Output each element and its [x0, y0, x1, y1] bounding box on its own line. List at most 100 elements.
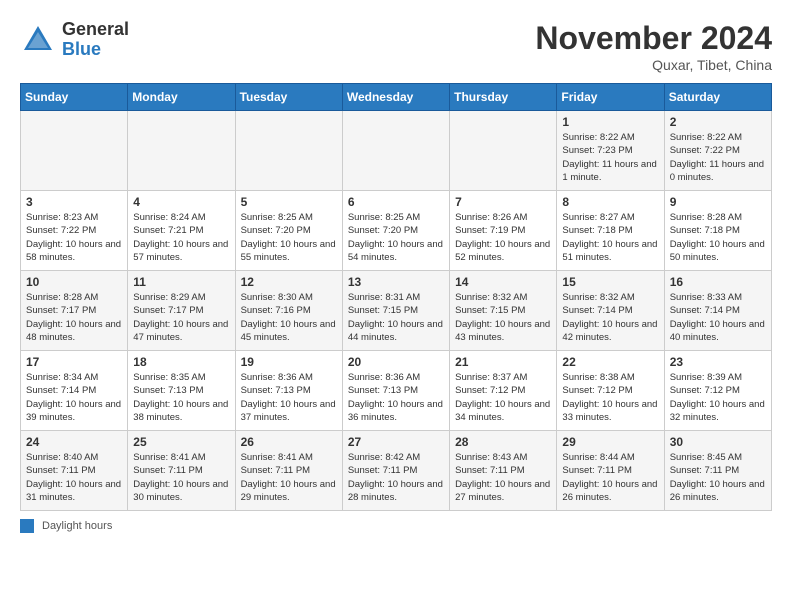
day-number: 17	[26, 355, 122, 369]
calendar-cell: 23 Sunrise: 8:39 AM Sunset: 7:12 PM Dayli…	[664, 351, 771, 431]
calendar-cell: 19 Sunrise: 8:36 AM Sunset: 7:13 PM Dayli…	[235, 351, 342, 431]
page-header: General Blue November 2024 Quxar, Tibet,…	[20, 20, 772, 73]
day-info: Sunrise: 8:36 AM Sunset: 7:13 PM Dayligh…	[348, 371, 444, 424]
day-of-week-header: Friday	[557, 84, 664, 111]
calendar-cell: 15 Sunrise: 8:32 AM Sunset: 7:14 PM Dayli…	[557, 271, 664, 351]
day-number: 9	[670, 195, 766, 209]
calendar-cell: 16Sunrise: 8:33 AM Sunset: 7:14 PM Dayli…	[664, 271, 771, 351]
day-number: 1	[562, 115, 658, 129]
day-info: Sunrise: 8:22 AM Sunset: 7:23 PM Dayligh…	[562, 131, 658, 184]
day-of-week-header: Thursday	[450, 84, 557, 111]
day-number: 23	[670, 355, 766, 369]
day-number: 5	[241, 195, 337, 209]
day-info: Sunrise: 8:43 AM Sunset: 7:11 PM Dayligh…	[455, 451, 551, 504]
calendar-week-row: 17 Sunrise: 8:34 AM Sunset: 7:14 PM Dayli…	[21, 351, 772, 431]
day-number: 6	[348, 195, 444, 209]
calendar-header-row: SundayMondayTuesdayWednesdayThursdayFrid…	[21, 84, 772, 111]
day-number: 4	[133, 195, 229, 209]
month-year-title: November 2024	[535, 20, 772, 57]
day-info: Sunrise: 8:38 AM Sunset: 7:12 PM Dayligh…	[562, 371, 658, 424]
calendar-cell: 21Sunrise: 8:37 AM Sunset: 7:12 PM Dayli…	[450, 351, 557, 431]
calendar-cell: 3Sunrise: 8:23 AM Sunset: 7:22 PM Daylig…	[21, 191, 128, 271]
logo: General Blue	[20, 20, 129, 60]
calendar-cell: 26Sunrise: 8:41 AM Sunset: 7:11 PM Dayli…	[235, 431, 342, 511]
day-number: 27	[348, 435, 444, 449]
calendar-cell	[21, 111, 128, 191]
logo-text: General Blue	[62, 20, 129, 60]
legend-color-box	[20, 519, 34, 533]
day-info: Sunrise: 8:31 AM Sunset: 7:15 PM Dayligh…	[348, 291, 444, 344]
day-number: 14	[455, 275, 551, 289]
calendar-cell: 1 Sunrise: 8:22 AM Sunset: 7:23 PM Daylig…	[557, 111, 664, 191]
calendar-cell: 8 Sunrise: 8:27 AM Sunset: 7:18 PM Daylig…	[557, 191, 664, 271]
day-number: 15	[562, 275, 658, 289]
day-number: 28	[455, 435, 551, 449]
day-number: 29	[562, 435, 658, 449]
day-number: 10	[26, 275, 122, 289]
day-number: 8	[562, 195, 658, 209]
day-info: Sunrise: 8:42 AM Sunset: 7:11 PM Dayligh…	[348, 451, 444, 504]
day-info: Sunrise: 8:29 AM Sunset: 7:17 PM Dayligh…	[133, 291, 229, 344]
day-number: 18	[133, 355, 229, 369]
calendar-week-row: 1 Sunrise: 8:22 AM Sunset: 7:23 PM Daylig…	[21, 111, 772, 191]
calendar-cell: 20 Sunrise: 8:36 AM Sunset: 7:13 PM Dayli…	[342, 351, 449, 431]
day-number: 13	[348, 275, 444, 289]
calendar-cell: 25Sunrise: 8:41 AM Sunset: 7:11 PM Dayli…	[128, 431, 235, 511]
day-of-week-header: Wednesday	[342, 84, 449, 111]
calendar-cell	[450, 111, 557, 191]
day-info: Sunrise: 8:32 AM Sunset: 7:14 PM Dayligh…	[562, 291, 658, 344]
day-of-week-header: Monday	[128, 84, 235, 111]
day-info: Sunrise: 8:22 AM Sunset: 7:22 PM Dayligh…	[670, 131, 766, 184]
calendar-week-row: 24 Sunrise: 8:40 AM Sunset: 7:11 PM Dayli…	[21, 431, 772, 511]
day-number: 3	[26, 195, 122, 209]
title-block: November 2024 Quxar, Tibet, China	[535, 20, 772, 73]
day-info: Sunrise: 8:24 AM Sunset: 7:21 PM Dayligh…	[133, 211, 229, 264]
day-info: Sunrise: 8:36 AM Sunset: 7:13 PM Dayligh…	[241, 371, 337, 424]
day-number: 2	[670, 115, 766, 129]
day-info: Sunrise: 8:44 AM Sunset: 7:11 PM Dayligh…	[562, 451, 658, 504]
day-of-week-header: Sunday	[21, 84, 128, 111]
calendar-cell: 27 Sunrise: 8:42 AM Sunset: 7:11 PM Dayli…	[342, 431, 449, 511]
day-number: 19	[241, 355, 337, 369]
day-info: Sunrise: 8:32 AM Sunset: 7:15 PM Dayligh…	[455, 291, 551, 344]
calendar-cell: 28 Sunrise: 8:43 AM Sunset: 7:11 PM Dayli…	[450, 431, 557, 511]
calendar-cell: 13 Sunrise: 8:31 AM Sunset: 7:15 PM Dayli…	[342, 271, 449, 351]
day-of-week-header: Saturday	[664, 84, 771, 111]
day-number: 25	[133, 435, 229, 449]
day-info: Sunrise: 8:40 AM Sunset: 7:11 PM Dayligh…	[26, 451, 122, 504]
calendar-week-row: 3Sunrise: 8:23 AM Sunset: 7:22 PM Daylig…	[21, 191, 772, 271]
day-info: Sunrise: 8:27 AM Sunset: 7:18 PM Dayligh…	[562, 211, 658, 264]
calendar-cell: 14 Sunrise: 8:32 AM Sunset: 7:15 PM Dayli…	[450, 271, 557, 351]
day-number: 24	[26, 435, 122, 449]
calendar-cell: 29 Sunrise: 8:44 AM Sunset: 7:11 PM Dayli…	[557, 431, 664, 511]
calendar-cell	[235, 111, 342, 191]
calendar-cell: 17 Sunrise: 8:34 AM Sunset: 7:14 PM Dayli…	[21, 351, 128, 431]
day-number: 22	[562, 355, 658, 369]
day-info: Sunrise: 8:39 AM Sunset: 7:12 PM Dayligh…	[670, 371, 766, 424]
day-info: Sunrise: 8:34 AM Sunset: 7:14 PM Dayligh…	[26, 371, 122, 424]
day-number: 21	[455, 355, 551, 369]
calendar-week-row: 10 Sunrise: 8:28 AM Sunset: 7:17 PM Dayli…	[21, 271, 772, 351]
day-of-week-header: Tuesday	[235, 84, 342, 111]
day-number: 11	[133, 275, 229, 289]
day-number: 26	[241, 435, 337, 449]
logo-icon	[20, 22, 56, 58]
day-info: Sunrise: 8:28 AM Sunset: 7:18 PM Dayligh…	[670, 211, 766, 264]
calendar-cell: 11 Sunrise: 8:29 AM Sunset: 7:17 PM Dayli…	[128, 271, 235, 351]
day-info: Sunrise: 8:25 AM Sunset: 7:20 PM Dayligh…	[348, 211, 444, 264]
calendar-cell: 24 Sunrise: 8:40 AM Sunset: 7:11 PM Dayli…	[21, 431, 128, 511]
day-number: 20	[348, 355, 444, 369]
calendar-cell: 22 Sunrise: 8:38 AM Sunset: 7:12 PM Dayli…	[557, 351, 664, 431]
day-info: Sunrise: 8:25 AM Sunset: 7:20 PM Dayligh…	[241, 211, 337, 264]
logo-blue: Blue	[62, 40, 129, 60]
calendar-cell: 2 Sunrise: 8:22 AM Sunset: 7:22 PM Daylig…	[664, 111, 771, 191]
day-info: Sunrise: 8:28 AM Sunset: 7:17 PM Dayligh…	[26, 291, 122, 344]
calendar-cell: 7Sunrise: 8:26 AM Sunset: 7:19 PM Daylig…	[450, 191, 557, 271]
legend-label: Daylight hours	[42, 520, 112, 532]
calendar-cell	[128, 111, 235, 191]
calendar-cell: 18Sunrise: 8:35 AM Sunset: 7:13 PM Dayli…	[128, 351, 235, 431]
calendar-cell: 10 Sunrise: 8:28 AM Sunset: 7:17 PM Dayli…	[21, 271, 128, 351]
day-number: 16	[670, 275, 766, 289]
day-number: 12	[241, 275, 337, 289]
logo-general: General	[62, 20, 129, 40]
